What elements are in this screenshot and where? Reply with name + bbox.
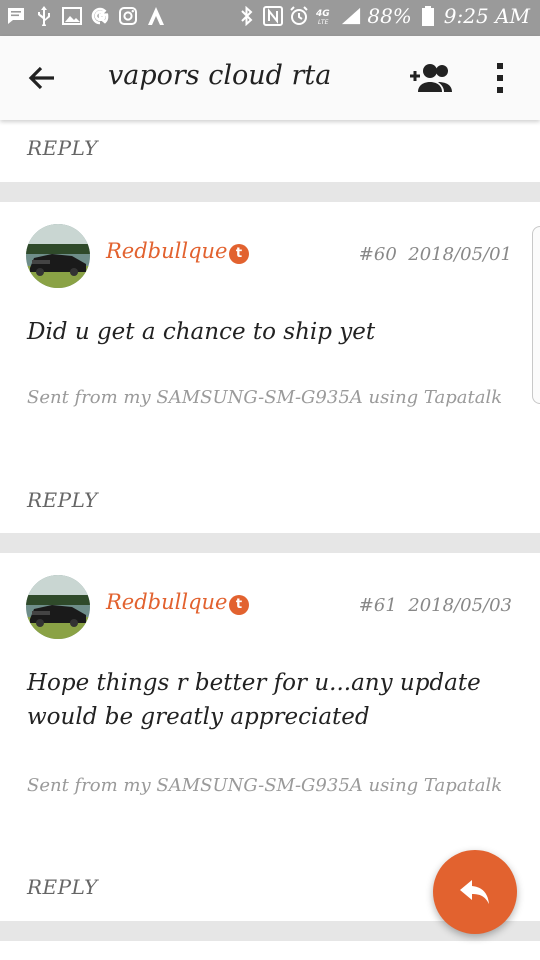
svg-text:LTE: LTE: [318, 19, 329, 26]
thread-title: vapors cloud rta: [108, 60, 332, 91]
add-user-icon: [410, 64, 452, 92]
reply-button[interactable]: REPLY: [27, 875, 98, 899]
status-bar: 4G LTE 88% 9:25 AM: [0, 0, 540, 36]
nfc-icon: [263, 6, 284, 26]
alarm-icon: [289, 6, 309, 26]
post-message: Did u get a chance to ship yet: [27, 319, 376, 345]
post-card: Redbullque t #60 2018/05/01 Did u get a …: [0, 202, 540, 533]
reply-fab[interactable]: [433, 850, 517, 934]
author-name[interactable]: Redbullque: [106, 590, 227, 614]
scroll-handle[interactable]: [532, 226, 540, 404]
post-signature: Sent from my SAMSUNG-SM-G935A using Tapa…: [27, 387, 503, 408]
tapatalk-badge: t: [229, 595, 249, 615]
post-signature: Sent from my SAMSUNG-SM-G935A using Tapa…: [27, 775, 503, 796]
message-icon: [6, 6, 26, 26]
clock: 9:25 AM: [443, 4, 530, 28]
gallery-icon: [62, 6, 82, 26]
instagram-icon: [118, 6, 138, 26]
battery-percent: 88%: [367, 4, 412, 28]
bluetooth-icon: [237, 6, 257, 26]
back-button[interactable]: [24, 60, 60, 96]
network-type-icon: 4G LTE: [315, 6, 335, 26]
navigation-icon: [146, 6, 166, 26]
arrow-back-icon: [28, 66, 54, 90]
avatar[interactable]: [26, 575, 90, 639]
usb-icon: [34, 6, 54, 26]
next-post-card: [0, 941, 540, 960]
battery-icon: [418, 6, 438, 26]
google-icon: [90, 6, 110, 26]
post-number: #61: [358, 595, 397, 616]
tapatalk-badge: t: [229, 244, 249, 264]
post-message: Hope things r better for u...any update …: [27, 670, 481, 730]
previous-post-card: REPLY: [0, 120, 540, 182]
post-meta: #60 2018/05/01: [359, 244, 512, 265]
reply-icon: [460, 880, 489, 904]
post-date: 2018/05/01: [408, 244, 512, 265]
reply-button[interactable]: REPLY: [27, 488, 98, 512]
notification-icons: [6, 6, 166, 26]
add-user-button[interactable]: [408, 62, 454, 94]
more-options-button[interactable]: [490, 60, 510, 96]
post-date: 2018/05/03: [408, 595, 512, 616]
app-bar: vapors cloud rta: [0, 36, 540, 120]
reply-button[interactable]: REPLY: [27, 136, 98, 160]
svg-text:4G: 4G: [315, 9, 330, 19]
post-meta: #61 2018/05/03: [359, 595, 512, 616]
more-vert-icon: [497, 63, 503, 93]
avatar[interactable]: [26, 224, 90, 288]
post-number: #60: [358, 244, 397, 265]
system-icons: 4G LTE 88% 9:25 AM: [237, 4, 530, 28]
author-name[interactable]: Redbullque: [106, 239, 227, 263]
signal-icon: [341, 6, 361, 26]
